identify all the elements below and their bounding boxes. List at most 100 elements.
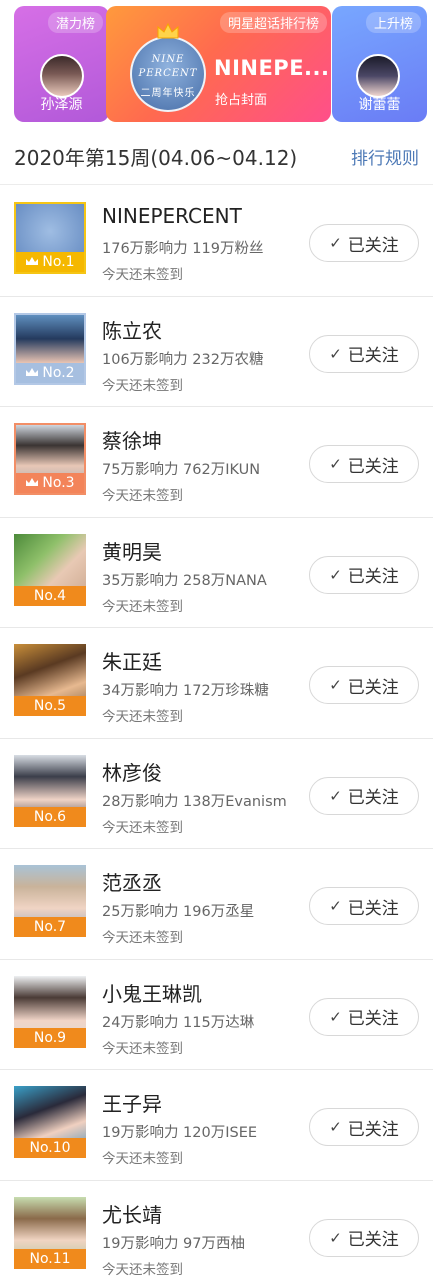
- star-topic-ranking-card[interactable]: 明星超话排行榜 NINE PERCENT 二周年快乐 NINEPE... 抢占封…: [106, 6, 331, 122]
- list-item[interactable]: No.4 黄明昊 35万影响力 258万NANA 今天还未签到 ✓ 已关注: [0, 518, 433, 628]
- rank-badge: No.5: [14, 696, 86, 716]
- list-item[interactable]: No.5 朱正廷 34万影响力 172万珍珠糖 今天还未签到 ✓ 已关注: [0, 628, 433, 739]
- list-item[interactable]: No.3 蔡徐坤 75万影响力 762万IKUN 今天还未签到 ✓ 已关注: [0, 407, 433, 518]
- list-item[interactable]: No.10 王子异 19万影响力 120万ISEE 今天还未签到 ✓ 已关注: [0, 1070, 433, 1181]
- avatar: [40, 54, 84, 98]
- rank-badge: No.9: [14, 1027, 86, 1048]
- crown-icon: [26, 257, 39, 265]
- check-icon: ✓: [329, 565, 342, 584]
- influence-fans-stats: 24万影响力 115万达琳: [102, 1014, 255, 1031]
- list-item[interactable]: No.2 陈立农 106万影响力 232万农糖 今天还未签到 ✓ 已关注: [0, 297, 433, 407]
- influence-fans-stats: 19万影响力 120万ISEE: [102, 1125, 258, 1141]
- rank-badge: No.7: [14, 917, 86, 937]
- rank-badge: No.3: [16, 473, 84, 493]
- week-header: 2020年第15周(04.06~04.12) 排行规则: [0, 132, 433, 180]
- logo-text-mid: PERCENT: [138, 68, 198, 79]
- top-group-title: NINEPE...: [214, 56, 330, 80]
- influence-fans-stats: 35万影响力 258万NANA: [102, 572, 267, 589]
- avatar: No.6: [14, 754, 86, 827]
- avatar: No.10: [14, 1086, 86, 1158]
- check-icon: ✓: [329, 1228, 342, 1247]
- group-logo-avatar: NINE PERCENT 二周年快乐: [130, 36, 206, 112]
- avatar: No.3: [14, 423, 86, 495]
- list-item[interactable]: No.9 小鬼王琳凯 24万影响力 115万达琳 今天还未签到 ✓ 已关注: [0, 960, 433, 1070]
- list-item[interactable]: No.6 林彦俊 28万影响力 138万Evanism 今天还未签到 ✓ 已关注: [0, 739, 433, 849]
- star-name[interactable]: 朱正廷: [102, 646, 162, 675]
- ranking-banner: 潜力榜 孙泽源 明星超话排行榜 NINE PERCENT 二周年快乐 NINEP…: [0, 0, 433, 130]
- week-range: 2020年第15周(04.06~04.12): [14, 146, 298, 170]
- influence-fans-stats: 19万影响力 97万西柚: [102, 1235, 246, 1252]
- followed-button[interactable]: ✓ 已关注: [309, 1108, 419, 1146]
- potential-list-card[interactable]: 潜力榜 孙泽源: [14, 6, 109, 122]
- star-name[interactable]: 小鬼王琳凯: [102, 978, 202, 1007]
- star-name[interactable]: 陈立农: [102, 315, 162, 344]
- checkin-status: 今天还未签到: [102, 819, 183, 836]
- check-icon: ✓: [329, 234, 342, 252]
- avatar: [356, 54, 400, 98]
- followed-button[interactable]: ✓ 已关注: [309, 997, 419, 1036]
- avatar: No.4: [14, 533, 86, 606]
- followed-button[interactable]: ✓ 已关注: [309, 224, 419, 262]
- list-item[interactable]: No.7 范丞丞 25万影响力 196万丞星 今天还未签到 ✓ 已关注: [0, 849, 433, 960]
- rising-list-tag: 上升榜: [365, 12, 421, 33]
- check-icon: ✓: [329, 897, 342, 915]
- avatar: No.1: [14, 202, 86, 274]
- check-icon: ✓: [329, 344, 342, 363]
- star-name[interactable]: NINEPERCENT: [102, 204, 242, 228]
- followed-button[interactable]: ✓ 已关注: [309, 666, 419, 704]
- check-icon: ✓: [329, 455, 342, 473]
- avatar: No.9: [14, 975, 86, 1048]
- rank-badge: No.10: [14, 1138, 86, 1158]
- logo-text-top: NINE: [151, 54, 185, 65]
- potential-top-name: 孙泽源: [40, 97, 83, 113]
- check-icon: ✓: [329, 1118, 342, 1136]
- logo-text-bottom: 二周年快乐: [140, 88, 196, 99]
- star-name[interactable]: 林彦俊: [102, 757, 162, 786]
- avatar: No.5: [14, 644, 86, 716]
- influence-fans-stats: 28万影响力 138万Evanism: [102, 793, 287, 810]
- avatar: No.11: [14, 1196, 86, 1269]
- influence-fans-stats: 106万影响力 232万农糖: [102, 351, 264, 368]
- followed-button[interactable]: ✓ 已关注: [309, 555, 419, 594]
- followed-button[interactable]: ✓ 已关注: [309, 1218, 419, 1257]
- ranking-rules-link[interactable]: 排行规则: [351, 144, 419, 169]
- checkin-status: 今天还未签到: [102, 930, 183, 946]
- followed-button[interactable]: ✓ 已关注: [309, 887, 419, 925]
- star-name[interactable]: 尤长靖: [102, 1199, 162, 1228]
- crown-icon: [26, 478, 39, 486]
- list-item[interactable]: No.1 NINEPERCENT 176万影响力 119万粉丝 今天还未签到 ✓…: [0, 186, 433, 297]
- grab-cover-text: 抢占封面: [215, 93, 268, 108]
- check-icon: ✓: [329, 1007, 342, 1026]
- avatar: No.7: [14, 865, 86, 937]
- star-name[interactable]: 黄明昊: [102, 536, 162, 565]
- check-icon: ✓: [329, 676, 342, 694]
- rank-badge: No.2: [16, 362, 84, 383]
- star-ranking-tag: 明星超话排行榜: [219, 12, 327, 33]
- check-icon: ✓: [329, 786, 342, 805]
- followed-button[interactable]: ✓ 已关注: [309, 445, 419, 483]
- rising-top-name: 谢蕾蕾: [358, 97, 401, 113]
- checkin-status: 今天还未签到: [102, 488, 183, 504]
- rising-list-card[interactable]: 上升榜 谢蕾蕾: [332, 6, 427, 122]
- star-name[interactable]: 蔡徐坤: [102, 425, 162, 454]
- rank-badge: No.1: [16, 252, 84, 272]
- list-item[interactable]: No.11 尤长靖 19万影响力 97万西柚 今天还未签到 ✓ 已关注: [0, 1181, 433, 1280]
- star-name[interactable]: 范丞丞: [102, 867, 162, 896]
- crown-icon: [157, 22, 179, 39]
- ranking-list: No.1 NINEPERCENT 176万影响力 119万粉丝 今天还未签到 ✓…: [0, 186, 433, 1280]
- checkin-status: 今天还未签到: [102, 709, 183, 725]
- checkin-status: 今天还未签到: [102, 1151, 183, 1167]
- followed-button[interactable]: ✓ 已关注: [309, 334, 419, 373]
- checkin-status: 今天还未签到: [102, 1261, 183, 1278]
- influence-fans-stats: 75万影响力 762万IKUN: [102, 462, 261, 478]
- rank-badge: No.11: [14, 1248, 86, 1269]
- divider: [0, 184, 433, 185]
- star-name[interactable]: 王子异: [102, 1088, 162, 1117]
- rank-badge: No.6: [14, 806, 86, 827]
- rank-badge: No.4: [14, 585, 86, 606]
- influence-fans-stats: 25万影响力 196万丞星: [102, 904, 255, 920]
- influence-fans-stats: 176万影响力 119万粉丝: [102, 241, 264, 257]
- influence-fans-stats: 34万影响力 172万珍珠糖: [102, 683, 269, 699]
- checkin-status: 今天还未签到: [102, 1040, 183, 1057]
- followed-button[interactable]: ✓ 已关注: [309, 776, 419, 815]
